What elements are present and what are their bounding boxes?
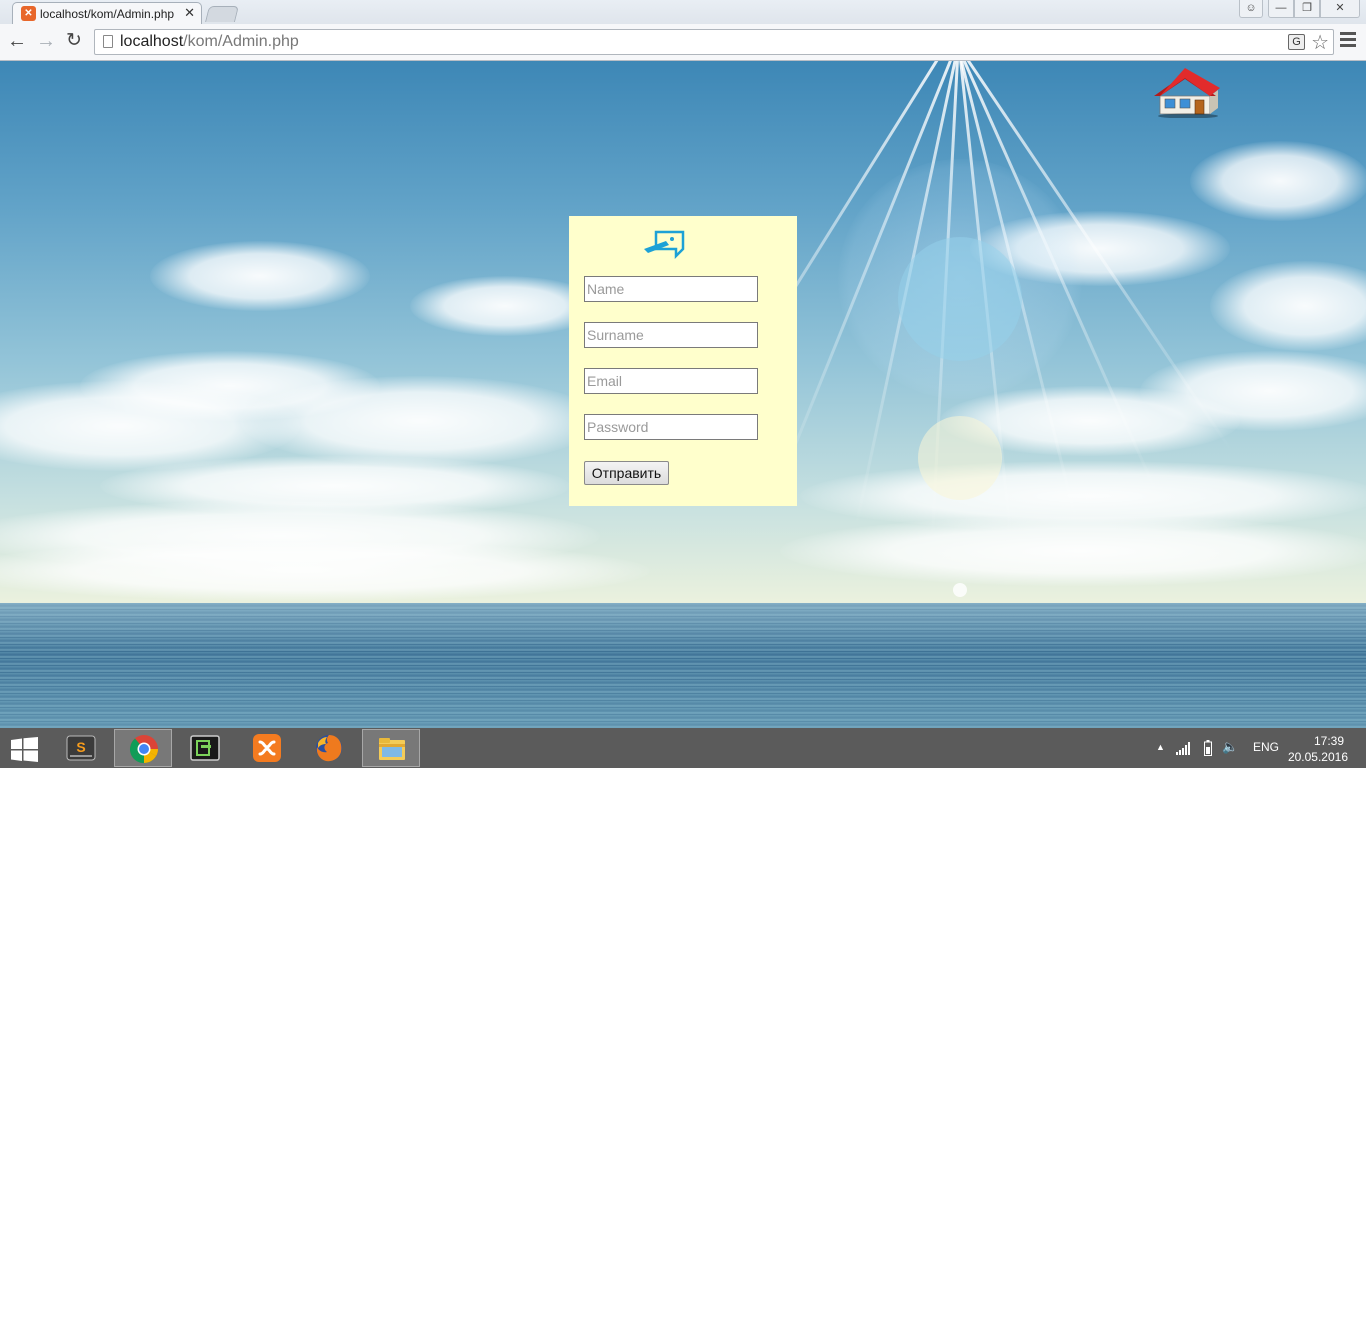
forward-arrow-icon[interactable]: → xyxy=(34,30,58,54)
sea-shine xyxy=(0,603,1366,728)
back-arrow-icon[interactable]: ← xyxy=(5,30,29,54)
tab-title: localhost/kom/Admin.php xyxy=(40,7,175,21)
taskbar-file-explorer[interactable] xyxy=(362,729,420,767)
page-viewport: Отправить xyxy=(0,61,1366,728)
submit-button[interactable]: Отправить xyxy=(584,461,669,485)
windows-logo-icon xyxy=(11,737,38,762)
password-input[interactable] xyxy=(584,414,758,440)
reload-icon[interactable]: ↻ xyxy=(62,30,86,54)
tab-strip: ✕ localhost/kom/Admin.php ✕ ☺ — ❐ ✕ xyxy=(0,0,1366,24)
house-icon[interactable] xyxy=(1152,66,1222,118)
network-signal-icon[interactable] xyxy=(1176,741,1192,755)
desktop-screen: ✕ localhost/kom/Admin.php ✕ ☺ — ❐ ✕ ← → … xyxy=(0,0,1366,768)
cloud xyxy=(780,516,1366,586)
clock-date[interactable]: 20.05.2016 xyxy=(1288,750,1348,764)
login-logo-icon xyxy=(644,230,685,259)
cloud xyxy=(0,541,650,601)
taskbar-sublime-text[interactable]: S xyxy=(52,729,110,767)
cloud xyxy=(1190,141,1366,221)
taskbar-terminal[interactable] xyxy=(176,729,234,767)
lens-flare xyxy=(918,416,1002,500)
browser-tab[interactable]: ✕ localhost/kom/Admin.php ✕ xyxy=(12,2,202,24)
taskbar-chrome[interactable] xyxy=(114,729,172,767)
language-indicator[interactable]: ENG xyxy=(1253,740,1279,754)
page-icon xyxy=(103,35,113,48)
clock-time[interactable]: 17:39 xyxy=(1314,734,1344,748)
terminal-icon xyxy=(190,735,220,761)
window-close-button[interactable]: ✕ xyxy=(1320,0,1360,18)
volume-icon[interactable]: 🔈 xyxy=(1222,739,1238,755)
url-path: /kom/Admin.php xyxy=(183,33,299,50)
address-bar[interactable]: localhost/kom/Admin.php G ☆ xyxy=(94,29,1334,55)
start-button[interactable] xyxy=(0,729,50,767)
chrome-icon xyxy=(129,735,158,764)
name-input[interactable] xyxy=(584,276,758,302)
url-host: localhost xyxy=(120,33,184,50)
lens-flare xyxy=(898,237,1022,361)
browser-toolbar: ← → ↻ localhost/kom/Admin.php G ☆ xyxy=(0,24,1366,61)
sublime-text-icon: S xyxy=(66,735,96,761)
battery-icon[interactable] xyxy=(1204,740,1212,756)
taskbar-xampp[interactable] xyxy=(238,729,296,767)
translate-icon[interactable]: G xyxy=(1288,34,1305,50)
taskbar-firefox[interactable] xyxy=(300,729,358,767)
minimize-button[interactable]: — xyxy=(1268,0,1294,18)
restore-button[interactable]: ❐ xyxy=(1294,0,1320,18)
url-text[interactable]: localhost/kom/Admin.php xyxy=(120,33,299,51)
svg-text:S: S xyxy=(76,739,85,755)
file-explorer-icon xyxy=(379,738,405,760)
system-tray: ▲ 🔈 ENG 17:39 20.05.2016 xyxy=(1136,728,1366,768)
user-profile-icon[interactable]: ☺ xyxy=(1239,0,1263,18)
login-form-panel: Отправить xyxy=(569,216,797,506)
cloud xyxy=(1210,261,1366,351)
xampp-favicon-icon: ✕ xyxy=(21,6,36,21)
xampp-icon xyxy=(253,734,281,762)
surname-input[interactable] xyxy=(584,322,758,348)
bookmark-star-icon[interactable]: ☆ xyxy=(1311,30,1329,55)
new-tab-button[interactable] xyxy=(205,6,239,22)
firefox-icon xyxy=(316,735,342,762)
menu-icon[interactable] xyxy=(1340,32,1356,50)
tab-close-icon[interactable]: ✕ xyxy=(184,5,195,21)
cloud xyxy=(240,376,600,466)
cloud xyxy=(150,241,370,311)
show-hidden-icons-icon[interactable]: ▲ xyxy=(1156,742,1165,752)
lens-flare xyxy=(953,583,967,597)
email-input[interactable] xyxy=(584,368,758,394)
taskbar: S ▲ 🔈 ENG 17:39 20.05.2016 xyxy=(0,728,1366,768)
